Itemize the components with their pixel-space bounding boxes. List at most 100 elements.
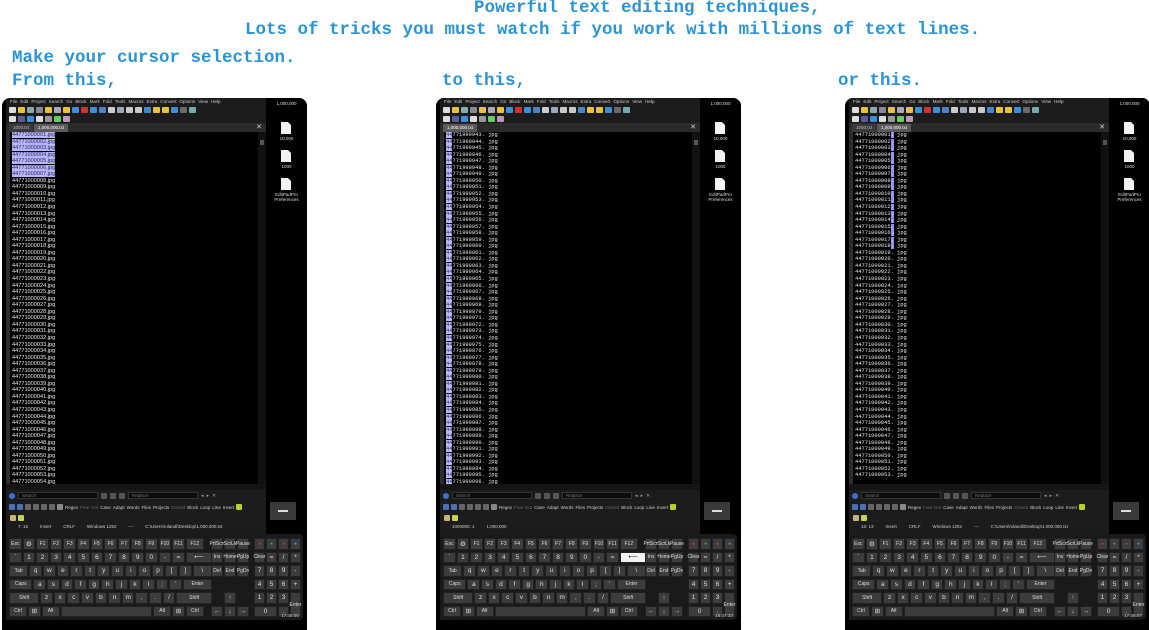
search-action-icon[interactable] — [884, 504, 890, 510]
numpad-key[interactable]: Clear — [688, 551, 699, 563]
search-action-icon[interactable] — [459, 504, 465, 510]
key-0[interactable]: 0 — [988, 551, 1001, 563]
key-f11[interactable]: F11 — [172, 538, 185, 550]
search-option-line[interactable]: Line — [646, 505, 655, 510]
key-symbol[interactable]: / — [162, 592, 176, 604]
search-action-icon[interactable] — [25, 504, 31, 510]
key-symbol[interactable]: ⊞ — [28, 605, 41, 617]
search-option-invert[interactable]: Invert — [1066, 505, 1077, 510]
menu-item-file[interactable]: File — [444, 99, 451, 104]
key-o[interactable]: o — [572, 565, 585, 577]
key-f7[interactable]: F7 — [960, 538, 974, 550]
key-symbol[interactable]: . — [583, 592, 596, 604]
key-3[interactable]: 3 — [892, 551, 906, 563]
key-pgdn[interactable]: PgDn — [671, 565, 683, 577]
key-5[interactable]: 5 — [511, 551, 524, 563]
key-h[interactable]: h — [944, 578, 958, 590]
text-file-icon[interactable] — [281, 122, 291, 134]
toolbar-button[interactable] — [906, 115, 913, 122]
menu-item-convert[interactable]: Convert — [1003, 99, 1019, 104]
numpad-key[interactable]: 1 — [1097, 592, 1108, 604]
numpad-key[interactable]: 8 — [266, 565, 277, 577]
toolbar-button[interactable] — [470, 106, 477, 113]
key-f8[interactable]: F8 — [565, 538, 578, 550]
search-option-regex[interactable]: Regex — [908, 505, 921, 510]
keyboard-toggle-button[interactable] — [704, 502, 730, 520]
key-y[interactable]: y — [97, 565, 110, 577]
preferences-file-icon[interactable] — [715, 178, 725, 190]
search-option-free[interactable]: Free — [923, 505, 932, 510]
key-x[interactable]: x — [487, 592, 501, 604]
key-1[interactable]: 1 — [865, 551, 879, 563]
key-app-shortcut[interactable]: ● — [1097, 538, 1108, 550]
menu-item-macros[interactable]: Macros — [562, 99, 577, 104]
key-e[interactable]: e — [899, 565, 913, 577]
numpad-key[interactable]: - — [290, 565, 301, 577]
numpad-key[interactable]: 7 — [1097, 565, 1108, 577]
close-tab-icon[interactable]: ✕ — [690, 124, 696, 131]
key-pgdn[interactable]: PgDn — [237, 565, 249, 577]
key-8[interactable]: 8 — [960, 551, 974, 563]
search-option-projects[interactable]: Projects — [996, 505, 1012, 510]
key-f11[interactable]: F11 — [1015, 538, 1028, 550]
key-j[interactable]: j — [549, 578, 562, 590]
key-w[interactable]: w — [477, 565, 490, 577]
numpad-key[interactable]: 9 — [712, 565, 723, 577]
key-arrow[interactable]: ← — [211, 605, 223, 617]
toolbar-button[interactable] — [27, 106, 34, 113]
search-option-line[interactable]: Line — [212, 505, 221, 510]
menu-item-convert[interactable]: Convert — [160, 99, 176, 104]
toolbar-button[interactable] — [36, 115, 43, 122]
key-z[interactable]: z — [40, 592, 53, 604]
toolbar-button[interactable] — [144, 106, 151, 113]
key-u[interactable]: u — [545, 565, 558, 577]
key-prtscn[interactable]: PrtScn — [210, 538, 225, 550]
key-h[interactable]: h — [101, 578, 115, 590]
search-option-block[interactable]: Block — [1030, 505, 1041, 510]
preferences-file-icon[interactable] — [1124, 178, 1134, 190]
key-symbol[interactable]: ` — [443, 551, 456, 563]
key-n[interactable]: n — [951, 592, 964, 604]
toolbar-button[interactable] — [888, 115, 895, 122]
menu-item-fold[interactable]: Fold — [103, 99, 112, 104]
key-9[interactable]: 9 — [565, 551, 578, 563]
desktop-icon-label[interactable]: EditPadPro Preferences — [700, 192, 741, 202]
menu-item-search[interactable]: Search — [49, 99, 64, 104]
toolbar-button[interactable] — [162, 106, 169, 113]
search-option-words[interactable]: Words — [561, 505, 574, 510]
key-i[interactable]: i — [967, 565, 981, 577]
key-symbol[interactable]: ; — [589, 578, 603, 590]
key-arrow[interactable]: ← — [1054, 605, 1066, 617]
menu-item-options[interactable]: Options — [1022, 99, 1038, 104]
key-u[interactable]: u — [111, 565, 124, 577]
key-c[interactable]: c — [910, 592, 924, 604]
zoom-search-icon[interactable] — [110, 492, 116, 499]
key-scrlk[interactable]: ScrLk — [658, 538, 670, 550]
key-j[interactable]: j — [115, 578, 128, 590]
menu-item-edit[interactable]: Edit — [20, 99, 28, 104]
key-symbol[interactable]: , — [135, 592, 149, 604]
key-f12[interactable]: F12 — [185, 538, 204, 550]
key-u[interactable]: u — [954, 565, 967, 577]
key-symbol[interactable]: ] — [1022, 565, 1035, 577]
menu-item-tools[interactable]: Tools — [549, 99, 560, 104]
search-input[interactable] — [861, 492, 941, 499]
extra-tool-icon[interactable] — [444, 514, 450, 521]
search-option-case[interactable]: Case — [100, 505, 111, 510]
key-f6[interactable]: F6 — [104, 538, 117, 550]
search-option-case[interactable]: Case — [943, 505, 954, 510]
folder-icon[interactable] — [1079, 504, 1086, 510]
key-x[interactable]: x — [896, 592, 910, 604]
file-tab[interactable]: 1,000,000.txt — [34, 124, 69, 132]
desktop-icon-label[interactable]: 10,000 — [700, 136, 741, 141]
toolbar-button[interactable] — [72, 106, 79, 113]
toolbar-button[interactable] — [1014, 106, 1021, 113]
toolbar-button[interactable] — [488, 115, 495, 122]
key-l[interactable]: l — [576, 578, 589, 590]
key-symbol[interactable]: . — [149, 592, 162, 604]
key-tab[interactable]: Tab — [852, 565, 872, 577]
key-esc[interactable]: Esc — [852, 538, 865, 550]
key-shift[interactable]: Shift — [176, 592, 212, 604]
key-f5[interactable]: F5 — [933, 538, 947, 550]
extra-tool-icon[interactable] — [853, 514, 859, 521]
